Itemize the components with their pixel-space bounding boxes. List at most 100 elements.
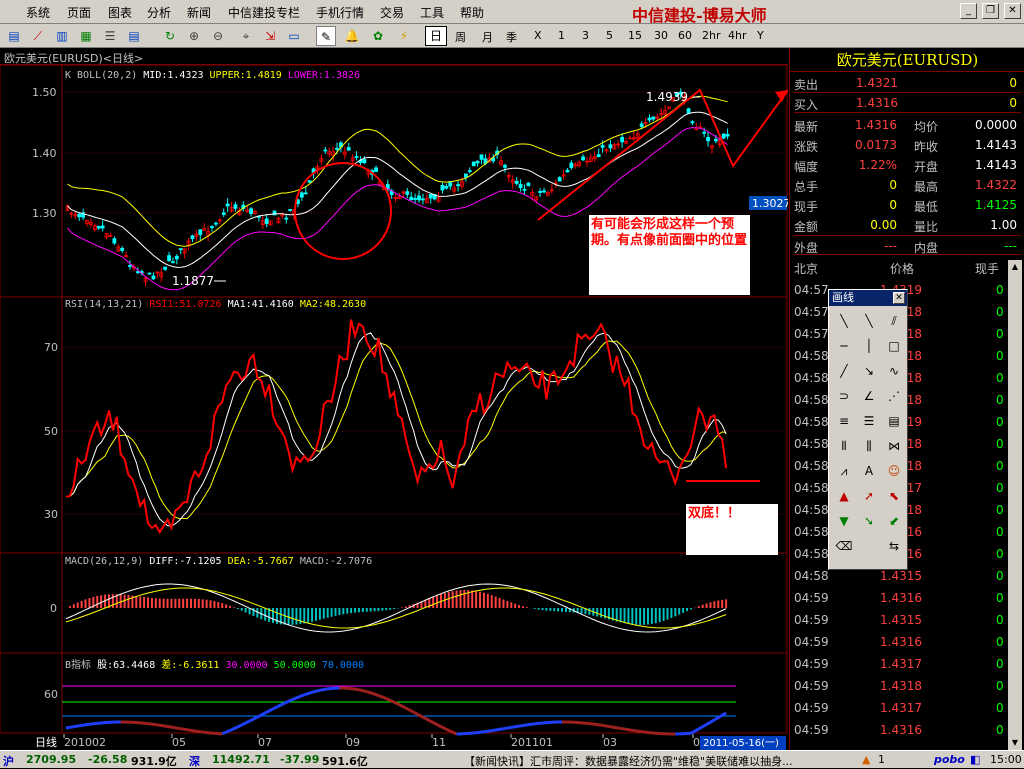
drawing-tools-close-icon[interactable]: ✕	[893, 292, 905, 304]
period-quarter[interactable]: 季	[506, 29, 517, 45]
quote-stat-v2: 0.0000	[975, 118, 1017, 132]
status-bar: 沪 2709.95 -26.58 931.9亿 深 11492.71 -37.9…	[0, 750, 1024, 768]
line-icon[interactable]: ╲	[833, 310, 855, 332]
x-tick-label: 07	[258, 736, 272, 749]
period-3[interactable]: 3	[582, 29, 589, 42]
fib-icon[interactable]: ≡	[833, 410, 855, 432]
table-icon[interactable]: ☰	[100, 26, 120, 46]
speed-icon[interactable]: ⋈	[883, 435, 905, 457]
zoom-out-icon[interactable]: ⊖	[208, 26, 228, 46]
arrow-line-icon[interactable]: ↘	[858, 360, 880, 382]
vline-icon[interactable]: │	[858, 335, 880, 357]
scroll-up-icon[interactable]: ▲	[1008, 260, 1022, 274]
menu-trade[interactable]: 交易	[380, 4, 404, 21]
price-chart[interactable]: 1.501.401.30705030060日线20100205070911201…	[0, 48, 788, 752]
parallel-icon[interactable]: ⫽	[883, 310, 905, 332]
text-icon[interactable]: A	[858, 460, 880, 482]
chart-icon[interactable]: ▤	[4, 26, 24, 46]
tick-row[interactable]: 04:591.43170	[794, 654, 1004, 676]
angle-icon[interactable]: ∠	[858, 385, 880, 407]
arrow-downright-icon[interactable]: ➘	[858, 510, 880, 532]
list-icon[interactable]: ▤	[124, 26, 144, 46]
period-2hr[interactable]: 2hr	[702, 29, 721, 42]
cycle-icon[interactable]: ⦀	[833, 435, 855, 457]
trend-icon[interactable]: ╱	[833, 360, 855, 382]
news-ticker[interactable]: 【新闻快讯】汇市周评：数据暴露经济仍需"维稳"美联储难以抽身...	[464, 753, 872, 769]
period-15[interactable]: 15	[628, 29, 642, 42]
alarm-icon[interactable]: 🔔	[342, 26, 362, 46]
export-icon[interactable]: ⇲	[260, 26, 280, 46]
menu-news[interactable]: 新闻	[187, 4, 211, 21]
line-chart-icon[interactable]: ⟋	[28, 26, 48, 46]
tick-row[interactable]: 04:591.43170	[794, 698, 1004, 720]
period-5[interactable]: 5	[606, 29, 613, 42]
draw-line-icon[interactable]: ✎	[316, 26, 336, 46]
drawing-tools-palette[interactable]: 画线 ✕ ╲╲⫽─│□╱↘∿⊃∠⋰≡☰▤⦀⫼⋈⩘A☺▲➚⬉▼➘⬋⌫⇆	[828, 289, 908, 570]
alert-icon[interactable]: ▲	[862, 753, 870, 766]
arrow-down-icon[interactable]: ▼	[833, 510, 855, 532]
gann-icon[interactable]: ▤	[883, 410, 905, 432]
menu-chart[interactable]: 图表	[108, 4, 132, 21]
tick-volume: 0	[996, 635, 1004, 649]
channel-icon[interactable]: ☰	[858, 410, 880, 432]
tick-volume: 0	[996, 371, 1004, 385]
period-4hr[interactable]: 4hr	[728, 29, 747, 42]
arrow-up-icon[interactable]: ▲	[833, 485, 855, 507]
period-year[interactable]: Y	[757, 29, 764, 42]
menu-page[interactable]: 页面	[67, 4, 91, 21]
lightning-icon[interactable]: ⚡	[394, 26, 414, 46]
period-week[interactable]: 周	[455, 29, 466, 45]
double-bottom-note[interactable]: 双底！！	[686, 504, 778, 555]
arc-icon[interactable]: ⊃	[833, 385, 855, 407]
forecast-note[interactable]: 有可能会形成这样一个预期。有点像前面圈中的位置	[589, 215, 750, 295]
crosshair-icon[interactable]: ⌖	[236, 26, 256, 46]
grid-icon[interactable]: ▦	[76, 26, 96, 46]
arrow-upright-icon[interactable]: ➚	[858, 485, 880, 507]
eraser-icon[interactable]: ⌫	[833, 535, 855, 557]
kline-icon[interactable]: ▥	[52, 26, 72, 46]
tick-time: 04:59	[794, 723, 829, 737]
period-month[interactable]: 月	[482, 29, 493, 45]
tick-row[interactable]: 04:591.43160	[794, 720, 1004, 742]
period-x[interactable]: X	[534, 29, 542, 42]
scroll-down-icon[interactable]: ▼	[1008, 736, 1022, 750]
pitchfork-icon[interactable]: ⩘	[833, 460, 855, 482]
candle	[648, 118, 651, 120]
ray-icon[interactable]: ╲	[858, 310, 880, 332]
minimize-button[interactable]: _	[960, 3, 977, 19]
restore-button[interactable]: ❐	[982, 3, 999, 19]
rect-icon[interactable]: □	[883, 335, 905, 357]
candle	[515, 181, 518, 183]
period-day-button[interactable]: 日	[425, 26, 447, 46]
tick-row[interactable]: 04:591.43160	[794, 632, 1004, 654]
wave-icon[interactable]: ∿	[883, 360, 905, 382]
arrow-downleft-icon[interactable]: ⬋	[883, 510, 905, 532]
tick-row[interactable]: 04:591.43160	[794, 588, 1004, 610]
window-icon[interactable]: ▭	[284, 26, 304, 46]
palette-icon[interactable]: ⇆	[883, 535, 905, 557]
b-line-segment	[257, 715, 261, 717]
candle	[152, 276, 155, 279]
zoom-in-icon[interactable]: ⊕	[184, 26, 204, 46]
arrow-upleft-icon[interactable]: ⬉	[883, 485, 905, 507]
tick-scrollbar[interactable]: ▲ ▼	[1008, 260, 1022, 750]
tick-row[interactable]: 04:591.43180	[794, 676, 1004, 698]
tick-row[interactable]: 04:591.43150	[794, 610, 1004, 632]
period-1[interactable]: 1	[558, 29, 565, 42]
tick-volume: 0	[996, 349, 1004, 363]
menu-citic-column[interactable]: 中信建投专栏	[228, 4, 300, 21]
fan-icon[interactable]: ⋰	[883, 385, 905, 407]
close-button[interactable]: ✕	[1004, 3, 1021, 19]
refresh-icon[interactable]: ↻	[160, 26, 180, 46]
menu-mobile-quotes[interactable]: 手机行情	[316, 4, 364, 21]
tools-icon[interactable]: ✿	[368, 26, 388, 46]
menu-system[interactable]: 系统	[26, 4, 50, 21]
hline-icon[interactable]: ─	[833, 335, 855, 357]
period-60[interactable]: 60	[678, 29, 692, 42]
menu-tools[interactable]: 工具	[420, 4, 444, 21]
period-icon[interactable]: ⫼	[858, 435, 880, 457]
period-30[interactable]: 30	[654, 29, 668, 42]
menu-help[interactable]: 帮助	[460, 4, 484, 21]
menu-analysis[interactable]: 分析	[147, 4, 171, 21]
emoji-icon[interactable]: ☺	[883, 460, 905, 482]
